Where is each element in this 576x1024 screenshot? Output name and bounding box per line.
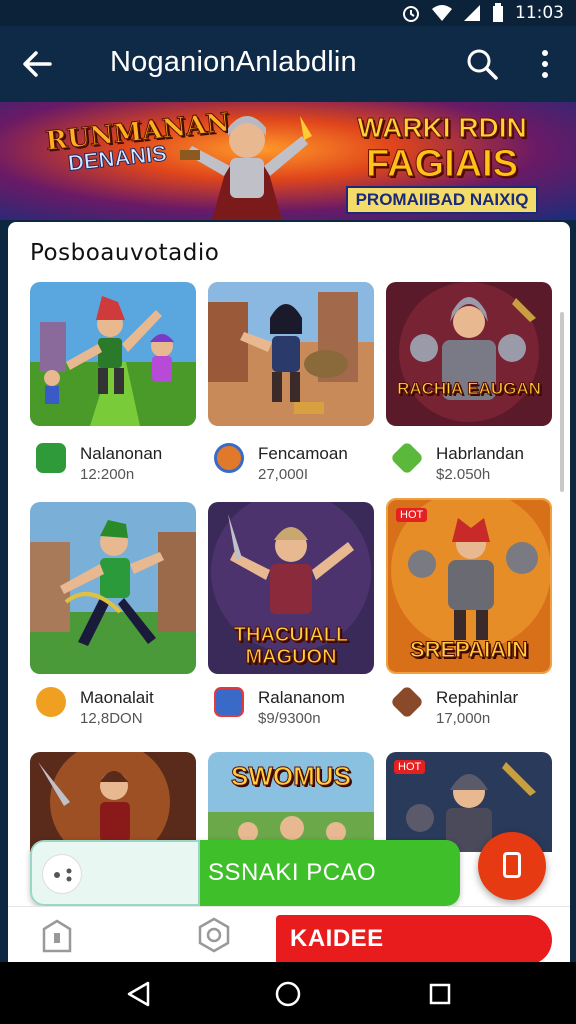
status-bar: 11:03 xyxy=(0,0,576,26)
section-title: Posboauvotadio xyxy=(30,240,220,266)
app-icon xyxy=(390,685,424,719)
app-icon xyxy=(390,441,424,475)
game-name: Fencamoan xyxy=(258,444,348,463)
discover-icon[interactable] xyxy=(196,917,232,953)
game-thumbnail[interactable] xyxy=(208,282,374,426)
tile-meta: Maonalait 12,8DON xyxy=(30,684,210,728)
game-count: 27,000I xyxy=(258,466,309,483)
game-thumbnail[interactable] xyxy=(30,282,196,426)
game-name: Nalanonan xyxy=(80,444,163,463)
search-icon[interactable] xyxy=(466,48,498,80)
game-thumbnail[interactable]: SWOMUS xyxy=(208,752,374,852)
game-thumbnail[interactable]: THACUIALL MAGUON xyxy=(208,502,374,674)
game-tile[interactable]: Maonalait 12,8DON xyxy=(30,502,196,727)
game-tile[interactable] xyxy=(30,752,196,852)
app-icon xyxy=(214,687,244,717)
floating-action-button[interactable] xyxy=(478,832,546,900)
home-icon[interactable] xyxy=(40,919,74,953)
app-icon xyxy=(36,443,66,473)
thumbnail-title: THACUIALL MAGUON xyxy=(233,624,349,669)
hot-badge: HOT xyxy=(396,508,428,522)
install-cta[interactable]: SSNAKI PCAO xyxy=(30,840,460,906)
alarm-icon xyxy=(403,6,419,22)
game-tile[interactable]: Fencamoan 27,000I xyxy=(208,282,374,483)
bottom-navigation: KAIDEE xyxy=(8,906,570,965)
gamepad-icon xyxy=(42,854,82,894)
game-count: 17,000n xyxy=(436,710,491,727)
promo-headline: WARKI RDIN xyxy=(357,112,528,144)
game-count: $2.050h xyxy=(436,466,491,483)
game-thumbnail[interactable] xyxy=(30,502,196,674)
thumbnail-title: SWOMUS xyxy=(231,761,352,791)
active-tab[interactable]: KAIDEE xyxy=(276,915,552,965)
cta-label[interactable]: SSNAKI PCAO xyxy=(200,840,460,906)
tile-meta: Nalanonan 12:200n xyxy=(30,440,210,484)
back-icon[interactable] xyxy=(124,980,152,1008)
app-bar: NoganionAnlabdlin xyxy=(0,26,576,102)
game-name: Habrlandan xyxy=(436,444,524,463)
app-icon xyxy=(36,687,66,717)
game-name: Maonalait xyxy=(80,688,154,707)
promo-title: FAGIAIS xyxy=(365,143,519,185)
promo-tag: PROMAIIBAD NAIXIQ xyxy=(345,186,539,214)
signal-icon xyxy=(464,5,480,21)
tile-meta: Repahinlar 17,000n xyxy=(386,684,566,728)
hot-badge: HOT xyxy=(394,760,426,774)
app-icon xyxy=(214,443,244,473)
more-options-icon[interactable] xyxy=(536,48,554,80)
cta-left-panel xyxy=(30,840,200,906)
clock: 11:03 xyxy=(515,3,564,23)
app-title: NoganionAnlabdlin xyxy=(110,46,357,78)
game-tile[interactable]: RACHIA EAUGAN Habrlandan $2.050h xyxy=(386,282,552,483)
game-thumbnail[interactable] xyxy=(30,752,196,852)
promo-text: WARKI RDIN FAGIAIS PROMAIIBAD NAIXIQ xyxy=(322,112,562,214)
game-thumbnail[interactable]: RACHIA EAUGAN xyxy=(386,282,552,426)
system-navigation-bar xyxy=(0,962,576,1024)
recents-icon[interactable] xyxy=(426,980,454,1008)
scrollbar[interactable] xyxy=(560,312,564,492)
tile-meta: Fencamoan 27,000I xyxy=(208,440,388,484)
back-arrow-icon[interactable] xyxy=(20,48,54,80)
game-tile[interactable]: Nalanonan 12:200n xyxy=(30,282,196,483)
game-tile[interactable]: SWOMUS xyxy=(208,752,374,852)
game-name: Repahinlar xyxy=(436,688,519,707)
thumbnail-title: RACHIA EAUGAN xyxy=(397,379,542,398)
phone-icon xyxy=(503,852,521,878)
tile-meta: Habrlandan $2.050h xyxy=(386,440,566,484)
game-thumbnail[interactable]: HOT SREPAIAIN xyxy=(386,498,552,674)
game-count: 12:200n xyxy=(80,466,135,483)
game-tile[interactable]: THACUIALL MAGUON Ralananom $9/9300n xyxy=(208,502,374,727)
game-name: Ralananom xyxy=(258,688,345,707)
game-tile[interactable]: HOT SREPAIAIN Repahinlar 17,000n xyxy=(386,498,552,727)
game-count: $9/9300n xyxy=(258,710,321,727)
game-logo: RUNMANAN DENANIS xyxy=(44,107,232,206)
tile-meta: Ralananom $9/9300n xyxy=(208,684,388,728)
game-count: 12,8DON xyxy=(80,710,143,727)
wifi-icon xyxy=(432,5,452,21)
thumbnail-title: SREPAIAIN xyxy=(409,637,529,662)
battery-icon xyxy=(493,3,503,22)
banner-hero-illustration xyxy=(180,116,312,220)
promo-banner[interactable]: RUNMANAN DENANIS WARKI RDIN FAGIAIS PROM… xyxy=(0,102,576,220)
home-button-icon[interactable] xyxy=(274,980,302,1008)
